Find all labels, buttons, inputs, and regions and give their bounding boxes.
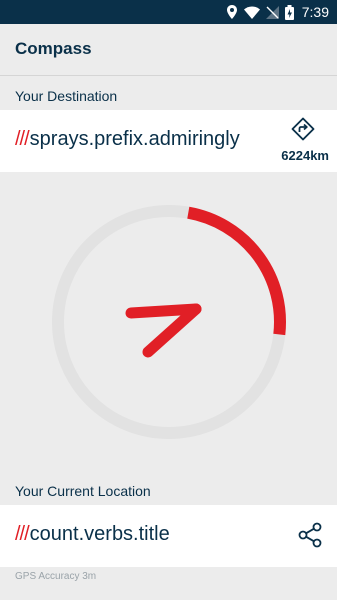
destination-words: sprays.prefix.admiringly xyxy=(29,128,240,150)
current-location-words: count.verbs.title xyxy=(29,523,170,545)
status-time: 7:39 xyxy=(301,4,329,20)
location-icon xyxy=(226,5,237,19)
destination-slashes: /// xyxy=(15,128,30,150)
page-title: Compass xyxy=(15,39,92,58)
status-bar: 7:39 xyxy=(0,0,337,24)
current-location-card[interactable]: ///count.verbs.title xyxy=(0,505,337,567)
gps-accuracy: GPS Accuracy 3m xyxy=(15,571,97,582)
destination-address[interactable]: ///sprays.prefix.admiringly xyxy=(15,128,240,151)
destination-distance: 6224km xyxy=(281,148,329,163)
destination-section-label: Your Destination xyxy=(15,88,118,104)
current-location-section-label: Your Current Location xyxy=(15,483,151,499)
app-bar: Compass xyxy=(0,24,337,76)
battery-icon xyxy=(284,4,294,20)
compass-dial xyxy=(52,205,286,439)
signal-icon xyxy=(265,5,279,19)
compass-area xyxy=(0,172,337,472)
status-icons: 7:39 xyxy=(226,0,329,24)
current-location-slashes: /// xyxy=(15,523,30,545)
directions-icon[interactable] xyxy=(291,117,315,141)
share-icon[interactable] xyxy=(298,522,324,548)
compass-progress-arc xyxy=(187,206,286,336)
current-location-address[interactable]: ///count.verbs.title xyxy=(15,523,170,546)
compass-needle-icon xyxy=(125,303,202,358)
wifi-icon xyxy=(243,6,260,19)
destination-card[interactable]: ///sprays.prefix.admiringly 6224km xyxy=(0,110,337,172)
